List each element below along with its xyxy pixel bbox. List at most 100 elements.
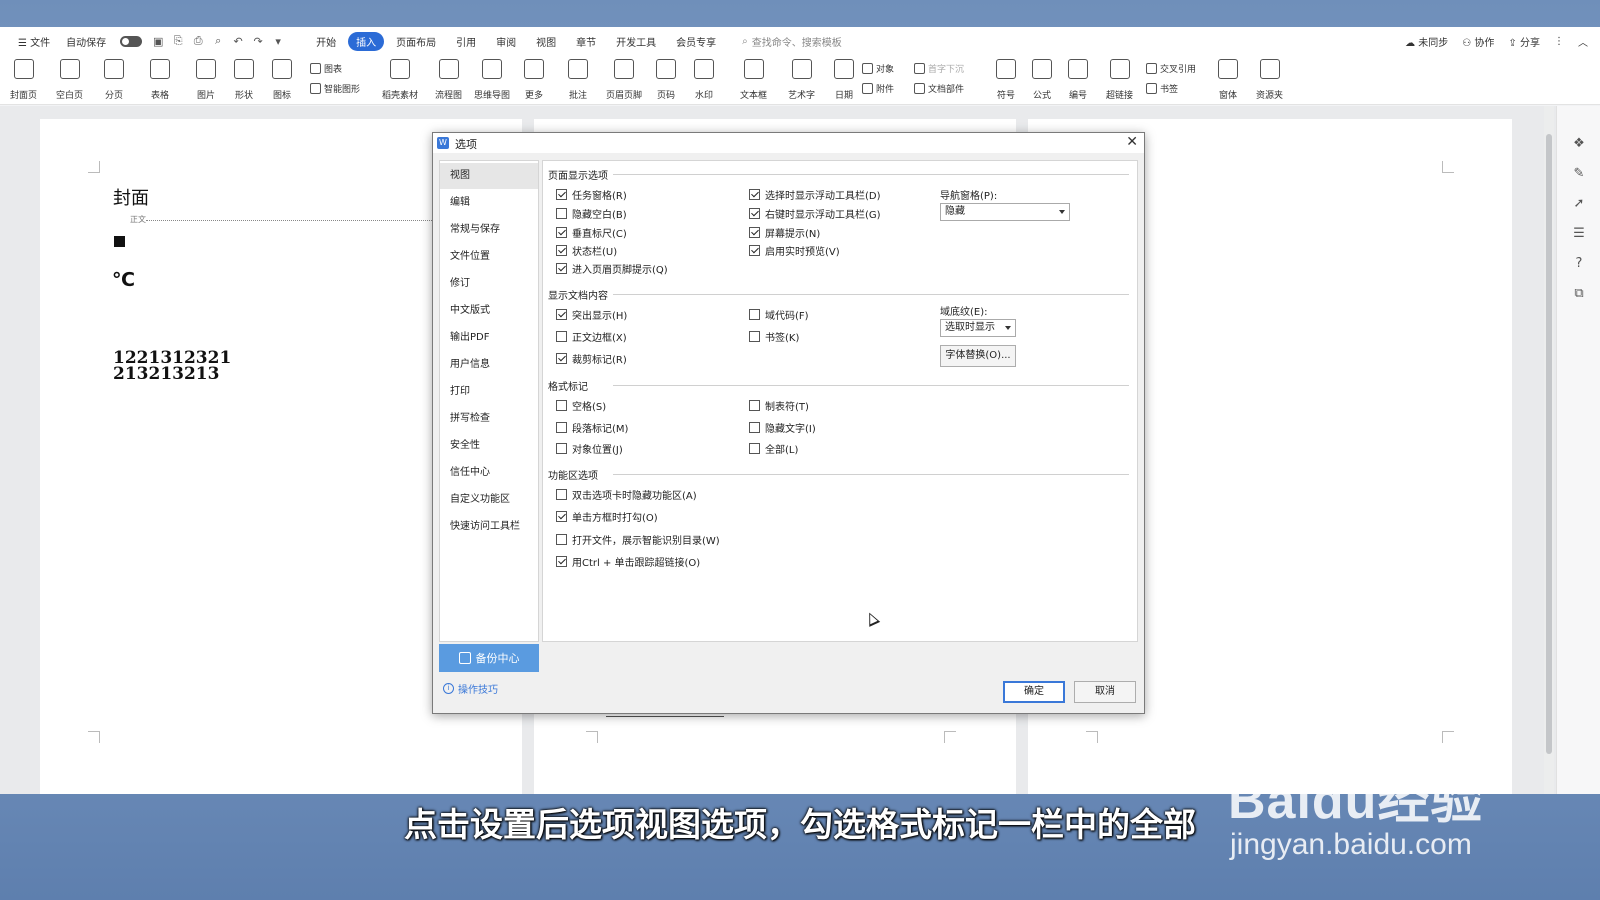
nav-chinese-layout[interactable]: 中文版式 [440,298,538,324]
autosave-toggle[interactable] [120,35,143,47]
share-panel-icon[interactable]: ⧉ [1571,286,1587,302]
checkbox[interactable] [556,400,567,411]
opt-hide-blank[interactable]: 隐藏空白(B) [556,206,627,221]
ribbon-mindmap[interactable]: 思维导图 [474,59,510,101]
ribbon-comment[interactable]: 批注 [568,59,588,101]
checkbox[interactable] [556,189,567,200]
opt-status-bar[interactable]: 状态栏(U) [556,243,617,258]
nav-view[interactable]: 视图 [440,163,538,189]
nav-general-save[interactable]: 常规与保存 [440,217,538,243]
nav-user-info[interactable]: 用户信息 [440,352,538,378]
ribbon-resource[interactable]: 资源夹 [1256,59,1283,101]
command-search[interactable]: ⌕ 查找命令、搜索模板 [742,34,842,49]
help-icon[interactable]: ? [1571,256,1587,272]
undo-icon[interactable]: ↶ [230,33,246,49]
tab-references[interactable]: 引用 [448,32,484,51]
checkbox[interactable] [749,443,760,454]
ribbon-shape[interactable]: 形状 [234,59,254,101]
checkbox[interactable] [749,208,760,219]
checkbox[interactable] [556,245,567,256]
collab-button[interactable]: ⚇ 协作 [1462,34,1494,49]
backup-center-button[interactable]: 备份中心 [439,644,539,672]
opt-screen-tips[interactable]: 屏幕提示(N) [749,225,820,240]
checkbox[interactable] [556,353,567,364]
nav-trust-center[interactable]: 信任中心 [440,460,538,486]
checkbox[interactable] [749,309,760,320]
opt-highlight[interactable]: 突出显示(H) [556,307,627,322]
checkbox[interactable] [749,331,760,342]
checkbox[interactable] [556,422,567,433]
ribbon-blank-page[interactable]: 空白页 [56,59,83,101]
tab-member[interactable]: 会员专享 [668,32,724,51]
opt-paragraph-marks[interactable]: 段落标记(M) [556,420,628,435]
print-preview-icon[interactable]: ⌕ [210,33,226,49]
nav-export-pdf[interactable]: 输出PDF [440,325,538,351]
opt-vertical-ruler[interactable]: 垂直标尺(C) [556,225,627,240]
save-icon[interactable]: ▣ [150,33,166,49]
checkbox[interactable] [556,443,567,454]
tab-page-layout[interactable]: 页面布局 [388,32,444,51]
opt-all-marks[interactable]: 全部(L) [749,441,798,456]
opt-crop-marks[interactable]: 裁剪标记(R) [556,351,627,366]
sync-status[interactable]: ☁ 未同步 [1405,34,1448,49]
opt-ctrl-click-link[interactable]: 用Ctrl + 单击跟踪超链接(O) [556,554,700,569]
nav-edit[interactable]: 编辑 [440,190,538,216]
ribbon-date[interactable]: 日期 [834,59,854,101]
more-options-icon[interactable]: ⋮ [1554,36,1564,47]
ribbon-form[interactable]: 窗体 [1218,59,1238,101]
opt-hidden-text[interactable]: 隐藏文字(I) [749,420,816,435]
opt-text-border[interactable]: 正文边框(X) [556,329,627,344]
checkbox[interactable] [556,489,567,500]
ribbon-attachment[interactable]: 附件 [862,82,894,95]
checkbox[interactable] [749,189,760,200]
checkbox[interactable] [749,422,760,433]
ribbon-header-footer[interactable]: 页眉页脚 [606,59,642,101]
ribbon-page-break[interactable]: 分页 [104,59,124,101]
nav-print[interactable]: 打印 [440,379,538,405]
ribbon-more[interactable]: 更多 [524,59,544,101]
ribbon-chart[interactable]: 图表 [310,62,342,75]
opt-bookmarks[interactable]: 书签(K) [749,329,799,344]
checkbox[interactable] [556,556,567,567]
pointer-icon[interactable]: ➚ [1571,196,1587,212]
tab-start[interactable]: 开始 [308,32,344,51]
pen-icon[interactable]: ✎ [1571,166,1587,182]
opt-click-box-check[interactable]: 单击方框时打勾(O) [556,509,658,524]
quick-access-dropdown-icon[interactable]: ▾ [270,33,286,49]
opt-header-footer-tip[interactable]: 进入页眉页脚提示(Q) [556,261,668,276]
tab-view[interactable]: 视图 [528,32,564,51]
ribbon-formula[interactable]: 公式 [1032,59,1052,101]
ribbon-cross-ref[interactable]: 交叉引用 [1146,62,1196,75]
nav-quick-access-toolbar[interactable]: 快速访问工具栏 [440,514,538,540]
file-menu[interactable]: ☰ 文件 [12,34,56,49]
tab-chapter[interactable]: 章节 [568,32,604,51]
ribbon-flowchart[interactable]: 流程图 [435,59,462,101]
nav-customize-ribbon[interactable]: 自定义功能区 [440,487,538,513]
tab-developer[interactable]: 开发工具 [608,32,664,51]
ribbon-table[interactable]: 表格 [150,59,170,101]
opt-tab-chars[interactable]: 制表符(T) [749,398,809,413]
ribbon-material[interactable]: 稻壳素材 [382,59,418,101]
nav-spell-check[interactable]: 拼写检查 [440,406,538,432]
export-icon[interactable]: ⎘ [170,33,186,49]
ribbon-page-number[interactable]: 页码 [656,59,676,101]
print-icon[interactable]: ⎙ [190,33,206,49]
ribbon-smart-shape[interactable]: 智能图形 [310,82,360,95]
opt-task-pane[interactable]: 任务窗格(R) [556,187,627,202]
nav-file-location[interactable]: 文件位置 [440,244,538,270]
opt-float-toolbar-rightclick[interactable]: 右键时显示浮动工具栏(G) [749,206,881,221]
checkbox[interactable] [556,534,567,545]
opt-smart-toc[interactable]: 打开文件，展示智能识别目录(W) [556,532,720,547]
style-icon[interactable]: ❖ [1571,136,1587,152]
ribbon-wordart[interactable]: 艺术字 [788,59,815,101]
tips-link[interactable]: i 操作技巧 [443,681,498,696]
field-shading-select[interactable]: 选取时显示 [940,319,1016,337]
ribbon-textbox[interactable]: 文本框 [740,59,767,101]
ribbon-cover-page[interactable]: 封面页 [10,59,37,101]
cancel-button[interactable]: 取消 [1074,681,1136,703]
ribbon-bookmark[interactable]: 书签 [1146,82,1178,95]
opt-spaces[interactable]: 空格(S) [556,398,606,413]
ribbon-hyperlink[interactable]: 超链接 [1106,59,1133,101]
opt-dblclick-hide-ribbon[interactable]: 双击选项卡时隐藏功能区(A) [556,487,697,502]
checkbox[interactable] [556,263,567,274]
